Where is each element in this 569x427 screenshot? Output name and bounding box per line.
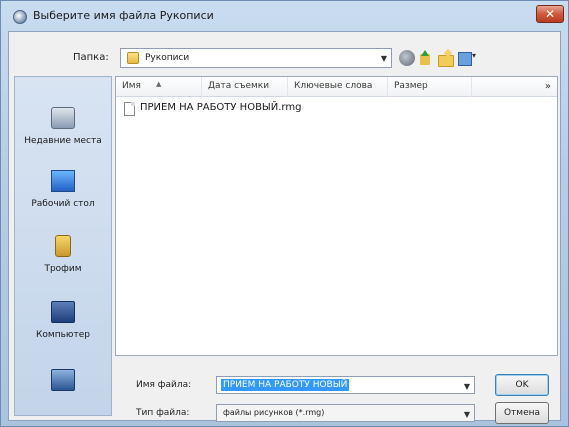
column-header-keywords[interactable]: Ключевые слова: [288, 77, 388, 97]
chevron-down-icon[interactable]: ▼: [464, 382, 470, 391]
column-header-date[interactable]: Дата съемки: [202, 77, 288, 97]
computer-icon: [51, 301, 75, 323]
column-header-size[interactable]: Размер: [388, 77, 472, 97]
place-label: Компьютер: [36, 330, 90, 340]
title-bar[interactable]: Выберите имя файла Рукописи ✕: [1, 1, 568, 31]
place-label: Недавние места: [24, 136, 102, 146]
ok-button[interactable]: OK: [495, 374, 549, 396]
document-icon: [124, 102, 135, 116]
network-icon: [51, 369, 75, 391]
filetype-value: файлы рисунков (*.rmg): [223, 408, 325, 417]
app-icon: [13, 10, 27, 24]
views-menu-icon[interactable]: [457, 50, 479, 66]
file-list[interactable]: Имя ▲ Дата съемки Ключевые слова Размер …: [115, 76, 558, 356]
user-folder-icon: [55, 235, 71, 257]
place-label: Рабочий стол: [31, 199, 95, 209]
more-columns-icon[interactable]: »: [545, 77, 551, 96]
filename-value: ПРИЕМ НА РАБОТУ НОВЫЙ: [221, 379, 350, 391]
filename-label: Имя файла:: [136, 380, 192, 390]
folder-icon: [127, 52, 139, 64]
dialog-body: Папка: Рукописи ▼ Недавние места Рабочий…: [8, 31, 561, 424]
desktop-icon: [51, 170, 75, 192]
chevron-down-icon[interactable]: ▼: [464, 410, 470, 419]
place-label: Трофим: [44, 264, 82, 274]
new-folder-icon[interactable]: [437, 50, 454, 67]
recent-places-icon: [51, 107, 75, 129]
chevron-down-icon[interactable]: ▼: [381, 54, 387, 63]
folder-value: Рукописи: [145, 53, 190, 63]
sort-up-icon: ▲: [156, 80, 162, 88]
places-bar: Недавние места Рабочий стол Трофим Компь…: [14, 76, 112, 416]
window-title: Выберите имя файла Рукописи: [33, 9, 214, 22]
back-icon[interactable]: [399, 50, 415, 66]
file-name: ПРИЕМ НА РАБОТУ НОВЫЙ.rmg: [140, 102, 302, 113]
cancel-button[interactable]: Отмена: [495, 402, 549, 424]
column-header-row: Имя ▲ Дата съемки Ключевые слова Размер …: [116, 77, 557, 97]
save-dialog-window: Выберите имя файла Рукописи ✕ Папка: Рук…: [0, 0, 569, 427]
column-label: Имя: [122, 81, 141, 91]
file-item[interactable]: ПРИЕМ НА РАБОТУ НОВЫЙ.rmg: [122, 101, 342, 117]
column-header-name[interactable]: Имя ▲: [116, 77, 202, 97]
up-folder-icon[interactable]: [417, 50, 433, 66]
filetype-label: Тип файла:: [136, 408, 190, 418]
folder-dropdown[interactable]: Рукописи ▼: [120, 48, 392, 68]
filename-input[interactable]: ПРИЕМ НА РАБОТУ НОВЫЙ ▼: [216, 376, 475, 394]
filetype-dropdown[interactable]: файлы рисунков (*.rmg) ▼: [216, 404, 475, 422]
close-button[interactable]: ✕: [536, 5, 564, 23]
folder-label: Папка:: [73, 52, 109, 63]
